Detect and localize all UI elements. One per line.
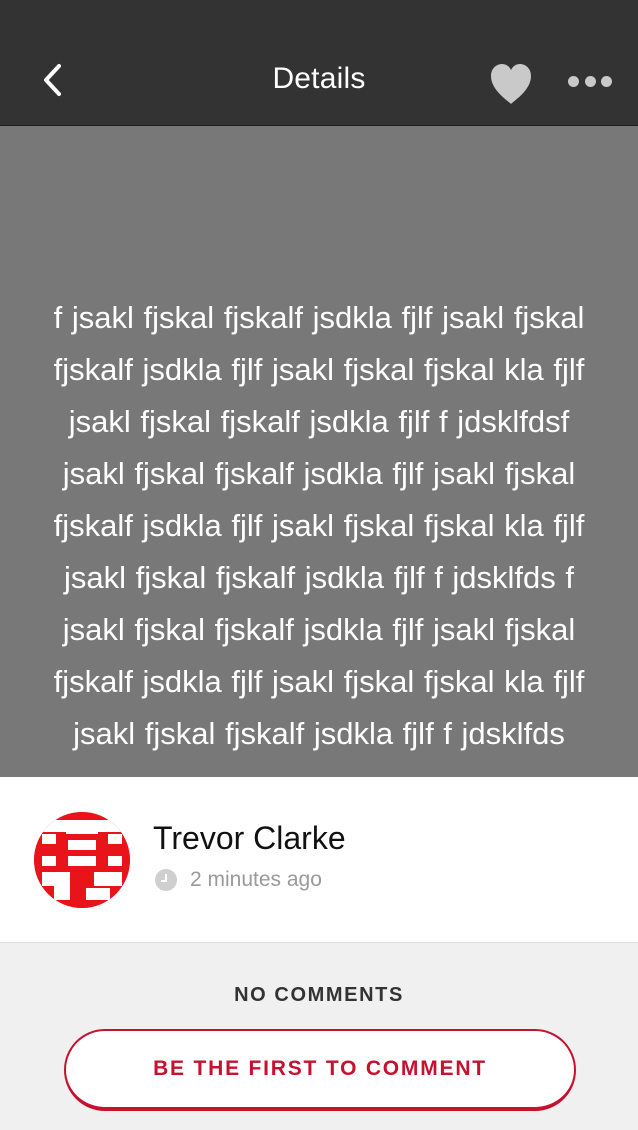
avatar-identicon <box>34 812 130 908</box>
timestamp-row: 2 minutes ago <box>155 868 322 892</box>
no-comments-label: NO COMMENTS <box>234 984 404 1006</box>
first-comment-button[interactable]: BE THE FIRST TO COMMENT <box>64 1029 576 1111</box>
author-row: Trevor Clarke 2 minutes ago <box>0 777 638 943</box>
post-text: f jsakl fjskal fjskalf jsdkla fjlf jsakl… <box>53 300 585 751</box>
timestamp: 2 minutes ago <box>190 868 322 891</box>
clock-icon <box>155 869 177 891</box>
more-horizontal-icon <box>601 75 612 87</box>
page-title: Details <box>272 62 366 95</box>
heart-icon <box>491 64 531 104</box>
post-card: f jsakl fjskal fjskalf jsdkla fjlf jsakl… <box>0 126 638 777</box>
comments-section: NO COMMENTS BE THE FIRST TO COMMENT <box>0 943 638 1130</box>
more-button[interactable] <box>568 72 612 90</box>
more-horizontal-icon <box>584 75 596 87</box>
nav-bar: Details <box>0 0 638 126</box>
avatar[interactable] <box>34 812 130 908</box>
favorite-button[interactable] <box>488 62 534 106</box>
author-name[interactable]: Trevor Clarke <box>153 820 346 857</box>
more-horizontal-icon <box>568 75 579 87</box>
